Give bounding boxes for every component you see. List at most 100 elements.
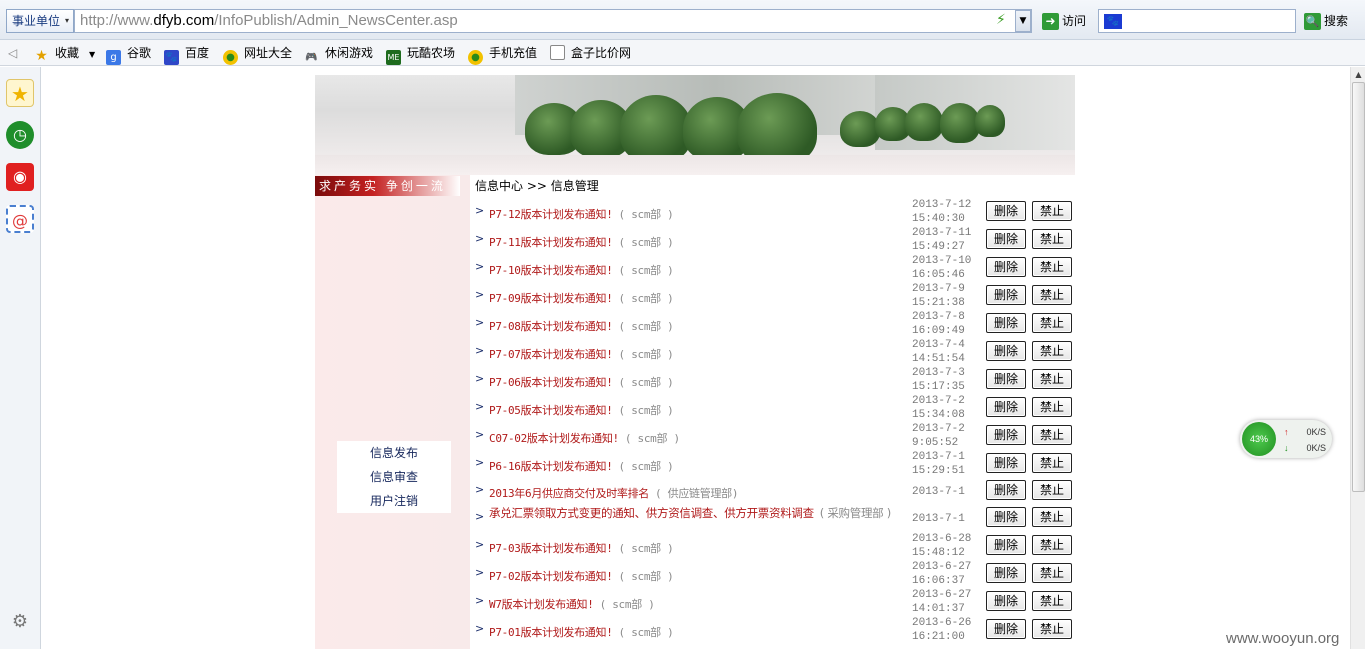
news-title-link[interactable]: 承兑汇票领取方式变更的通知、供方资信调查、供方开票资料调查 ( 采购管理部 ) (489, 506, 899, 520)
fav-farm[interactable]: ME 玩酷农场 (386, 44, 455, 65)
delete-button[interactable]: 删除 (986, 507, 1026, 527)
news-row: > P7-05版本计划发布通知! ( scm部 ) 2013-7-2 15:34:08 删… (475, 394, 1115, 422)
news-title-link[interactable]: C07-02版本计划发布通知! ( scm部 ) (489, 430, 899, 446)
chevron-right-icon: > (475, 204, 485, 217)
delete-button[interactable]: 删除 (986, 229, 1026, 249)
fav-label: 网址大全 (244, 46, 293, 60)
news-title-link[interactable]: P7-11版本计划发布通知! ( scm部 ) (489, 234, 899, 250)
menu-publish[interactable]: 信息发布 (337, 441, 451, 465)
delete-button[interactable]: 删除 (986, 341, 1026, 361)
mail-icon[interactable]: @ (6, 205, 34, 233)
news-title-link[interactable]: P7-02版本计划发布通知! ( scm部 ) (489, 568, 899, 584)
search-input[interactable]: 🐾 (1098, 9, 1296, 33)
news-row: > P7-02版本计划发布通知! ( scm部 ) 2013-6-27 16:06:37… (475, 560, 1115, 588)
news-title: P7-09版本计划发布通知! (489, 292, 613, 305)
ban-button[interactable]: 禁止 (1032, 201, 1072, 221)
delete-button[interactable]: 删除 (986, 453, 1026, 473)
delete-button[interactable]: 删除 (986, 201, 1026, 221)
news-source: ( scm部 ) (618, 404, 674, 417)
fav-baidu[interactable]: 🐾 百度 (164, 44, 209, 65)
lightning-icon[interactable]: ⚡ (996, 12, 1008, 28)
news-time: 15:49:27 (912, 241, 965, 253)
news-title: P7-11版本计划发布通知! (489, 236, 613, 249)
url-input[interactable]: http://www.dfyb.com/InfoPublish/Admin_Ne… (74, 9, 1032, 33)
delete-button[interactable]: 删除 (986, 257, 1026, 277)
ban-button[interactable]: 禁止 (1032, 453, 1072, 473)
sidebar-toggle-icon[interactable]: ◁ (8, 44, 17, 62)
delete-button[interactable]: 删除 (986, 397, 1026, 417)
ban-button[interactable]: 禁止 (1032, 480, 1072, 500)
favorites-bar: ◁ ★ 收藏 ▼ g 谷歌 🐾 百度 ● 网址大全 🎮 休闲游戏 ME 玩酷农场 ● 手机充值 … (0, 40, 1365, 66)
news-source: ( scm部 ) (618, 236, 674, 249)
news-title-link[interactable]: W7版本计划发布通知! ( scm部 ) (489, 596, 899, 612)
scroll-up-icon[interactable]: ▲ (1351, 67, 1365, 82)
news-row: > P7-10版本计划发布通知! ( scm部 ) 2013-7-10 16:05:46… (475, 254, 1115, 282)
delete-button[interactable]: 删除 (986, 313, 1026, 333)
news-title: 承兑汇票领取方式变更的通知、供方资信调查、供方开票资料调查 (489, 506, 814, 520)
news-title-link[interactable]: P7-08版本计划发布通知! ( scm部 ) (489, 318, 899, 334)
news-title-link[interactable]: P7-06版本计划发布通知! ( scm部 ) (489, 374, 899, 390)
slogan-banner: 求产务实 争创一流 (315, 176, 460, 196)
menu-logout[interactable]: 用户注销 (337, 489, 451, 513)
fav-google[interactable]: g 谷歌 (106, 44, 151, 65)
news-date: 2013-7-10 (912, 255, 972, 267)
news-title-link[interactable]: P7-12版本计划发布通知! ( scm部 ) (489, 206, 899, 222)
news-date: 2013-6-28 (912, 533, 972, 545)
ban-button[interactable]: 禁止 (1032, 535, 1072, 555)
download-speed: 0K/S (1306, 443, 1326, 453)
ban-button[interactable]: 禁止 (1032, 619, 1072, 639)
news-time: 15:29:51 (912, 465, 965, 477)
news-title-link[interactable]: P7-01版本计划发布通知! ( scm部 ) (489, 624, 899, 640)
vertical-scrollbar[interactable]: ▲ (1350, 67, 1365, 649)
delete-button[interactable]: 删除 (986, 591, 1026, 611)
url-prefix: http://www. (80, 12, 154, 29)
ban-button[interactable]: 禁止 (1032, 369, 1072, 389)
delete-button[interactable]: 删除 (986, 369, 1026, 389)
web-content: 求产务实 争创一流 信息发布 信息审查 用户注销 信息中心 >> 信息管理 > P… (41, 67, 1350, 649)
news-title-link[interactable]: P7-03版本计划发布通知! ( scm部 ) (489, 540, 899, 556)
fav-compare[interactable]: 盒子比价网 (550, 44, 631, 62)
fav-hao123[interactable]: ● 网址大全 (223, 44, 293, 65)
delete-button[interactable]: 删除 (986, 563, 1026, 583)
fav-collect[interactable]: ★ 收藏 ▼ (34, 44, 95, 64)
ban-button[interactable]: 禁止 (1032, 563, 1072, 583)
delete-button[interactable]: 删除 (986, 425, 1026, 445)
news-title-link[interactable]: P7-09版本计划发布通知! ( scm部 ) (489, 290, 899, 306)
network-speed-widget[interactable]: 43% ↑ 0K/S ↓ 0K/S (1240, 420, 1332, 458)
news-date: 2013-7-3 (912, 367, 965, 379)
ban-button[interactable]: 禁止 (1032, 257, 1072, 277)
category-dropdown[interactable]: 事业单位 ▾ (6, 9, 74, 33)
star-icon: ★ (35, 48, 48, 64)
baidu-icon: 🐾 (164, 50, 179, 65)
menu-review[interactable]: 信息审查 (337, 465, 451, 489)
news-title-link[interactable]: 2013年6月供应商交付及时率排名 ( 供应链管理部) (489, 485, 899, 501)
history-clock-icon[interactable]: ◷ (6, 121, 34, 149)
delete-button[interactable]: 删除 (986, 619, 1026, 639)
favorites-star-icon[interactable]: ★ (6, 79, 34, 107)
ban-button[interactable]: 禁止 (1032, 341, 1072, 361)
ban-button[interactable]: 禁止 (1032, 507, 1072, 527)
scroll-thumb[interactable] (1352, 82, 1365, 492)
weibo-icon[interactable]: ◉ (6, 163, 34, 191)
fav-recharge[interactable]: ● 手机充值 (468, 44, 537, 65)
search-button[interactable]: 🔍 搜索 (1304, 11, 1360, 31)
news-title: P7-06版本计划发布通知! (489, 376, 613, 389)
ban-button[interactable]: 禁止 (1032, 229, 1072, 249)
ban-button[interactable]: 禁止 (1032, 285, 1072, 305)
delete-button[interactable]: 删除 (986, 535, 1026, 555)
go-button[interactable]: ➜ 访问 (1042, 11, 1096, 31)
news-title-link[interactable]: P7-10版本计划发布通知! ( scm部 ) (489, 262, 899, 278)
news-title-link[interactable]: P6-16版本计划发布通知! ( scm部 ) (489, 458, 899, 474)
ban-button[interactable]: 禁止 (1032, 397, 1072, 417)
ban-button[interactable]: 禁止 (1032, 591, 1072, 611)
ban-button[interactable]: 禁止 (1032, 313, 1072, 333)
delete-button[interactable]: 删除 (986, 285, 1026, 305)
news-row: >2013年6月供应商交付及时率排名 ( 供应链管理部) 2013-7-1 删除 禁止 (475, 477, 1115, 505)
news-title-link[interactable]: P7-07版本计划发布通知! ( scm部 ) (489, 346, 899, 362)
settings-gear-icon[interactable]: ⚙ (10, 612, 30, 632)
ban-button[interactable]: 禁止 (1032, 425, 1072, 445)
fav-games[interactable]: 🎮 休闲游戏 (304, 44, 373, 63)
url-dropdown-button[interactable]: ▼ (1015, 10, 1031, 32)
delete-button[interactable]: 删除 (986, 480, 1026, 500)
news-title-link[interactable]: P7-05版本计划发布通知! ( scm部 ) (489, 402, 899, 418)
